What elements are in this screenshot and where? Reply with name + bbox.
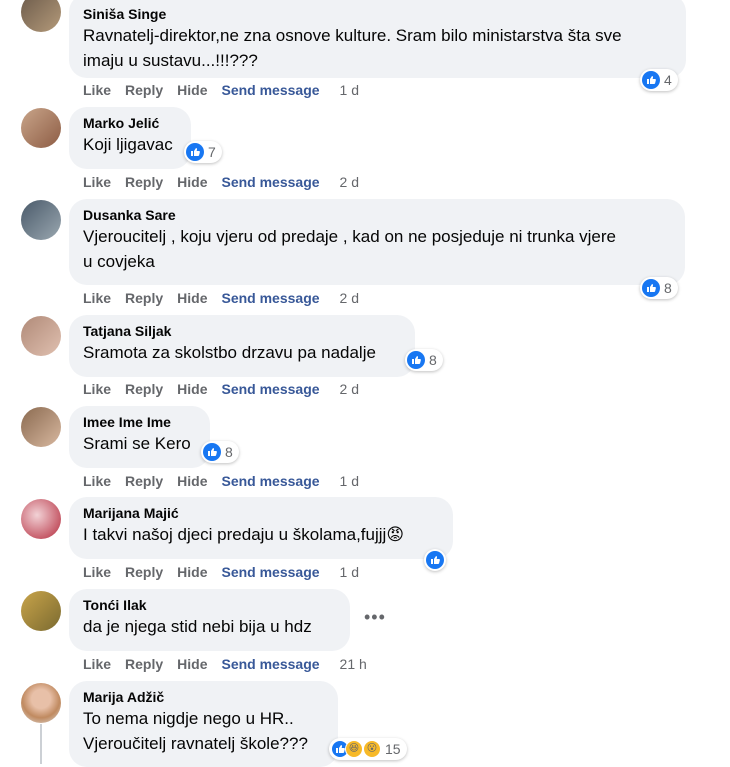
timestamp[interactable]: 21 h — [340, 654, 367, 674]
like-button[interactable]: Like — [83, 471, 111, 491]
comment-bubble: Marko Jelić Koji ljigavac — [69, 107, 191, 169]
like-icon — [426, 551, 444, 569]
timestamp[interactable]: 1 d — [340, 562, 359, 582]
haha-icon: 😆 — [345, 740, 363, 758]
comment-bubble: Dusanka Sare Vjeroucitelj , koju vjeru o… — [69, 199, 685, 285]
like-icon — [203, 443, 221, 461]
comment-text: Ravnatelj-direktor,ne zna osnove kulture… — [83, 26, 622, 70]
reply-button[interactable]: Reply — [125, 562, 163, 582]
comment-bubble: Tatjana Siljak Sramota za skolstbo drzav… — [69, 315, 415, 377]
comment-text: da je njega stid nebi bija u hdz — [83, 617, 312, 636]
timestamp[interactable]: 1 d — [340, 471, 359, 491]
reaction-count-number: 8 — [664, 280, 672, 296]
reaction-count-number: 8 — [225, 444, 233, 460]
like-icon — [186, 143, 204, 161]
avatar[interactable] — [21, 200, 61, 240]
hide-button[interactable]: Hide — [177, 562, 207, 582]
avatar[interactable] — [21, 683, 61, 723]
comment-text: Vjeroucitelj , koju vjeru od predaje , k… — [83, 227, 616, 271]
avatar[interactable] — [21, 316, 61, 356]
reply-button[interactable]: Reply — [125, 379, 163, 399]
like-button[interactable]: Like — [83, 562, 111, 582]
reaction-count[interactable]: 8 — [201, 441, 239, 463]
send-message-button[interactable]: Send message — [221, 471, 319, 491]
comment-actions: Like Reply Hide Send message 1 d — [83, 80, 373, 100]
more-options-icon[interactable]: ••• — [364, 608, 386, 626]
comment-bubble: Marijana Majić I takvi našoj djeci preda… — [69, 497, 453, 559]
comment-text: I takvi našoj djeci predaju u školama,fu… — [83, 525, 405, 544]
reaction-count[interactable]: 7 — [184, 141, 222, 163]
timestamp[interactable]: 2 d — [340, 288, 359, 308]
comment-text: Sramota za skolstbo drzavu pa nadalje — [83, 343, 376, 362]
reaction-count-number: 7 — [208, 144, 216, 160]
like-button[interactable]: Like — [83, 654, 111, 674]
comment-bubble: Marija Adžič To nema nigdje nego u HR.. … — [69, 681, 338, 767]
hide-button[interactable]: Hide — [177, 471, 207, 491]
reaction-count-number: 8 — [429, 352, 437, 368]
wow-icon: 😮 — [363, 740, 381, 758]
comment-author[interactable]: Tatjana Siljak — [83, 323, 403, 340]
like-icon — [642, 279, 660, 297]
reaction-count[interactable] — [424, 549, 446, 571]
hide-button[interactable]: Hide — [177, 288, 207, 308]
like-icon — [407, 351, 425, 369]
comment-author[interactable]: Tonći Ilak — [83, 597, 338, 614]
reaction-count-number: 15 — [385, 741, 401, 757]
send-message-button[interactable]: Send message — [221, 288, 319, 308]
send-message-button[interactable]: Send message — [221, 379, 319, 399]
send-message-button[interactable]: Send message — [221, 654, 319, 674]
reply-button[interactable]: Reply — [125, 288, 163, 308]
comment-author[interactable]: Siniša Singe — [83, 6, 674, 23]
send-message-button[interactable]: Send message — [221, 562, 319, 582]
comment-actions: Like Reply Hide Send message 21 h — [83, 654, 381, 674]
hide-button[interactable]: Hide — [177, 80, 207, 100]
avatar[interactable] — [21, 108, 61, 148]
comment-text: Koji ljigavac — [83, 135, 173, 154]
avatar[interactable] — [21, 499, 61, 539]
comment-bubble: Imee Ime Ime Srami se Kero — [69, 406, 210, 468]
hide-button[interactable]: Hide — [177, 379, 207, 399]
comment-author[interactable]: Imee Ime Ime — [83, 414, 198, 431]
comment-actions: Like Reply Hide Send message 1 d — [83, 562, 373, 582]
comment-author[interactable]: Dusanka Sare — [83, 207, 673, 224]
hide-button[interactable]: Hide — [177, 654, 207, 674]
comment-actions: Like Reply Hide Send message 2 d — [83, 379, 373, 399]
comment-author[interactable]: Marijana Majić — [83, 505, 441, 522]
reaction-count[interactable]: 4 — [640, 69, 678, 91]
like-button[interactable]: Like — [83, 80, 111, 100]
hide-button[interactable]: Hide — [177, 172, 207, 192]
reaction-count[interactable]: 8 — [640, 277, 678, 299]
reply-button[interactable]: Reply — [125, 471, 163, 491]
comment-author[interactable]: Marko Jelić — [83, 115, 179, 132]
comment-author[interactable]: Marija Adžič — [83, 689, 326, 706]
comment-actions: Like Reply Hide Send message 2 d — [83, 172, 373, 192]
timestamp[interactable]: 2 d — [340, 172, 359, 192]
like-button[interactable]: Like — [83, 172, 111, 192]
send-message-button[interactable]: Send message — [221, 172, 319, 192]
thread-line — [40, 724, 42, 764]
comment-bubble: Tonći Ilak da je njega stid nebi bija u … — [69, 589, 350, 651]
avatar[interactable] — [21, 0, 61, 32]
reply-button[interactable]: Reply — [125, 172, 163, 192]
avatar[interactable] — [21, 591, 61, 631]
like-button[interactable]: Like — [83, 379, 111, 399]
reply-button[interactable]: Reply — [125, 654, 163, 674]
like-icon — [642, 71, 660, 89]
like-button[interactable]: Like — [83, 288, 111, 308]
reply-button[interactable]: Reply — [125, 80, 163, 100]
avatar[interactable] — [21, 407, 61, 447]
timestamp[interactable]: 2 d — [340, 379, 359, 399]
comment-bubble: Siniša Singe Ravnatelj-direktor,ne zna o… — [69, 0, 686, 78]
comment-actions: Like Reply Hide Send message 1 d — [83, 471, 373, 491]
comment-text: To nema nigdje nego u HR.. Vjeroučitelj … — [83, 709, 308, 753]
timestamp[interactable]: 1 d — [340, 80, 359, 100]
reaction-count-number: 4 — [664, 72, 672, 88]
reaction-count[interactable]: 8 — [405, 349, 443, 371]
send-message-button[interactable]: Send message — [221, 80, 319, 100]
comment-actions: Like Reply Hide Send message 2 d — [83, 288, 373, 308]
comment-text: Srami se Kero — [83, 434, 191, 453]
